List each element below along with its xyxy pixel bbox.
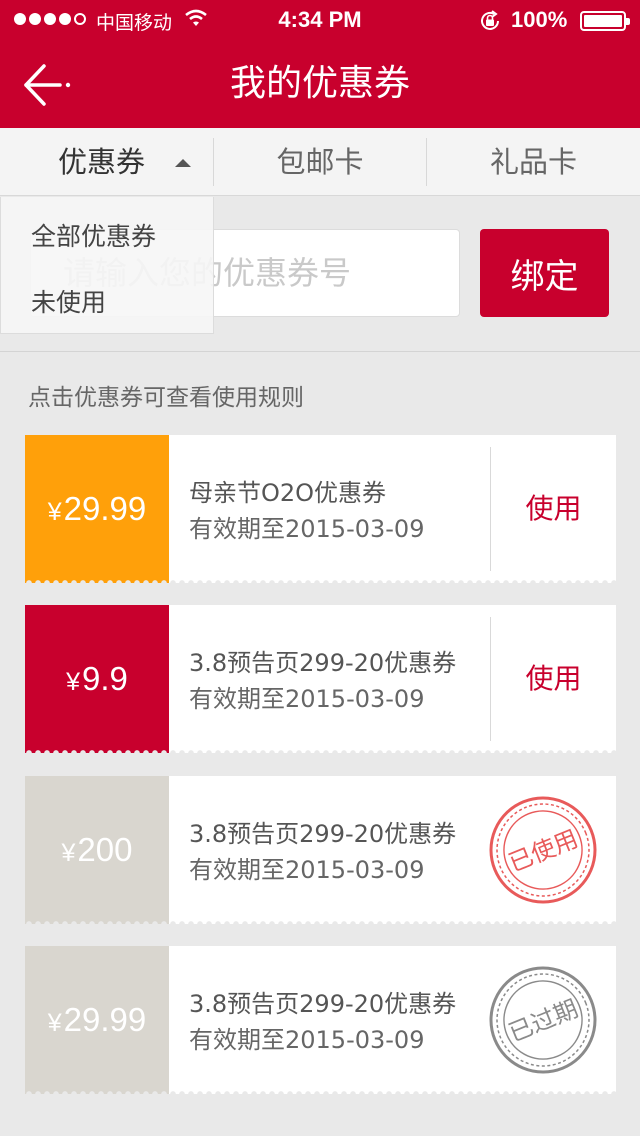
used-stamp-icon: 已使用 — [489, 796, 597, 904]
coupon-title: 3.8预告页299-20优惠券 — [189, 820, 457, 848]
coupon-amount-stub: ¥200 — [25, 776, 169, 924]
status-bar: 中国移动 4:34 PM 100% — [0, 0, 640, 40]
perforated-edge — [25, 1089, 616, 1094]
use-coupon-button[interactable]: 使用 — [491, 435, 616, 583]
stamp-label: 已过期 — [505, 994, 582, 1047]
page-title: 我的优惠券 — [229, 63, 410, 104]
tab-gift-card[interactable]: 礼品卡 — [427, 128, 640, 196]
tab-label: 包邮卡 — [276, 145, 364, 179]
perforated-edge — [25, 748, 616, 753]
coupon-title: 3.8预告页299-20优惠券 — [189, 649, 457, 677]
tab-label: 优惠券 — [58, 145, 146, 179]
coupon-amount-stub: ¥29.99 — [25, 946, 169, 1094]
coupon-expiry: 有效期至2015-03-09 — [189, 856, 425, 884]
battery-percentage: 100% — [511, 7, 568, 32]
coupon-amount-stub: ¥9.9 — [25, 605, 169, 753]
coupon-expiry: 有效期至2015-03-09 — [189, 685, 425, 713]
coupon-title: 3.8预告页299-20优惠券 — [189, 990, 457, 1018]
currency-symbol: ¥ — [47, 1009, 62, 1037]
coupon-filter-dropdown: 全部优惠券 未使用 — [0, 197, 214, 334]
coupon-amount-stub: ¥29.99 — [25, 435, 169, 583]
category-tabs: 优惠券 包邮卡 礼品卡 — [0, 128, 640, 196]
coupon-card[interactable]: ¥200 3.8预告页299-20优惠券 有效期至2015-03-09 已使用 — [25, 776, 616, 924]
coupon-expiry: 有效期至2015-03-09 — [189, 515, 425, 543]
bind-button[interactable]: 绑定 — [480, 229, 609, 317]
tab-label: 礼品卡 — [489, 145, 577, 179]
coupon-amount: 29.99 — [63, 490, 147, 527]
coupon-card[interactable]: ¥29.99 3.8预告页299-20优惠券 有效期至2015-03-09 已过… — [25, 946, 616, 1094]
coupon-expiry: 有效期至2015-03-09 — [189, 1026, 425, 1054]
coupon-amount: 9.9 — [82, 660, 128, 697]
navigation-bar: 我的优惠券 — [0, 40, 640, 128]
dropdown-item-all-coupons[interactable]: 全部优惠券 — [31, 217, 156, 253]
coupon-amount: 200 — [77, 831, 133, 868]
battery-icon — [580, 11, 630, 31]
expired-stamp-icon: 已过期 — [489, 966, 597, 1074]
perforated-edge — [25, 919, 616, 924]
currency-symbol: ¥ — [61, 839, 76, 867]
dropdown-item-unused[interactable]: 未使用 — [31, 283, 106, 319]
tab-free-shipping-card[interactable]: 包邮卡 — [214, 128, 426, 196]
currency-symbol: ¥ — [66, 668, 81, 696]
currency-symbol: ¥ — [47, 498, 62, 526]
perforated-edge — [25, 578, 616, 583]
coupon-title: 母亲节O2O优惠券 — [189, 479, 387, 507]
coupon-amount: 29.99 — [63, 1001, 147, 1038]
use-coupon-button[interactable]: 使用 — [491, 605, 616, 753]
stamp-label: 已使用 — [505, 824, 582, 877]
dropdown-caret-icon[interactable] — [175, 159, 191, 167]
coupon-card[interactable]: ¥9.9 3.8预告页299-20优惠券 有效期至2015-03-09 使用 — [25, 605, 616, 753]
rotation-lock-icon — [478, 9, 502, 39]
usage-hint: 点击优惠券可查看使用规则 — [28, 385, 304, 411]
coupon-card[interactable]: ¥29.99 母亲节O2O优惠券 有效期至2015-03-09 使用 — [25, 435, 616, 583]
